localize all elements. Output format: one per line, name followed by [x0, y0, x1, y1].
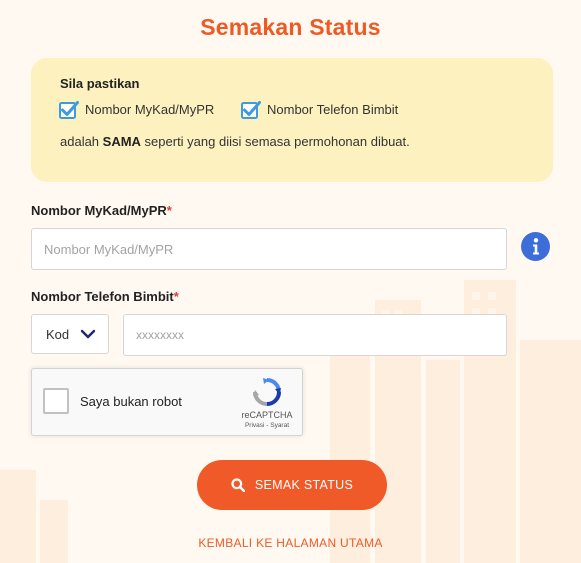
- notice-box: Sila pastikan Nombor MyKad/MyPR Nombor T…: [31, 58, 553, 182]
- checkbox-checked-icon: [59, 100, 79, 119]
- recaptcha-brand: reCAPTCHA: [241, 410, 293, 420]
- country-code-select[interactable]: Kod: [31, 314, 109, 354]
- mykad-label-text: Nombor MyKad/MyPR: [31, 203, 167, 218]
- country-code-value: Kod: [46, 326, 70, 342]
- required-mark: *: [166, 203, 172, 218]
- notice-text-before: adalah: [60, 134, 103, 149]
- recaptcha-widget: Saya bukan robot reCAPTCHA Privasi - Sya…: [31, 368, 303, 436]
- notice-check-phone: Nombor Telefon Bimbit: [241, 100, 399, 119]
- phone-label-text: Nombor Telefon Bimbit: [31, 289, 174, 304]
- search-icon: [231, 478, 245, 492]
- notice-check-label: Nombor MyKad/MyPR: [85, 101, 215, 117]
- recaptcha-logo-icon: [253, 378, 281, 406]
- notice-text-after: seperti yang diisi semasa permohonan dib…: [140, 134, 410, 149]
- notice-check-label: Nombor Telefon Bimbit: [267, 101, 399, 117]
- phone-input[interactable]: [123, 314, 507, 356]
- checkbox-checked-icon: [241, 100, 261, 119]
- info-button[interactable]: [521, 232, 550, 261]
- notice-heading: Sila pastikan: [60, 76, 140, 91]
- required-mark: *: [173, 289, 179, 304]
- info-circle-icon: [532, 238, 539, 255]
- recaptcha-links[interactable]: Privasi - Syarat: [232, 422, 302, 429]
- page-title: Semakan Status: [200, 14, 381, 40]
- recaptcha-label: Saya bukan robot: [80, 394, 182, 409]
- mykad-label: Nombor MyKad/MyPR*: [31, 203, 172, 218]
- semak-status-button[interactable]: SEMAK STATUS: [197, 460, 387, 510]
- semak-status-label: SEMAK STATUS: [254, 478, 354, 492]
- recaptcha-checkbox[interactable]: [43, 388, 69, 414]
- notice-text-bold: SAMA: [102, 134, 141, 149]
- notice-text: adalah SAMA seperti yang diisi semasa pe…: [60, 134, 410, 149]
- notice-check-mykad: Nombor MyKad/MyPR: [59, 100, 215, 119]
- mykad-input[interactable]: [31, 228, 507, 270]
- chevron-down-icon: [80, 329, 96, 339]
- back-to-home-link[interactable]: KEMBALI KE HALAMAN UTAMA: [0, 536, 581, 550]
- phone-label: Nombor Telefon Bimbit*: [31, 289, 179, 304]
